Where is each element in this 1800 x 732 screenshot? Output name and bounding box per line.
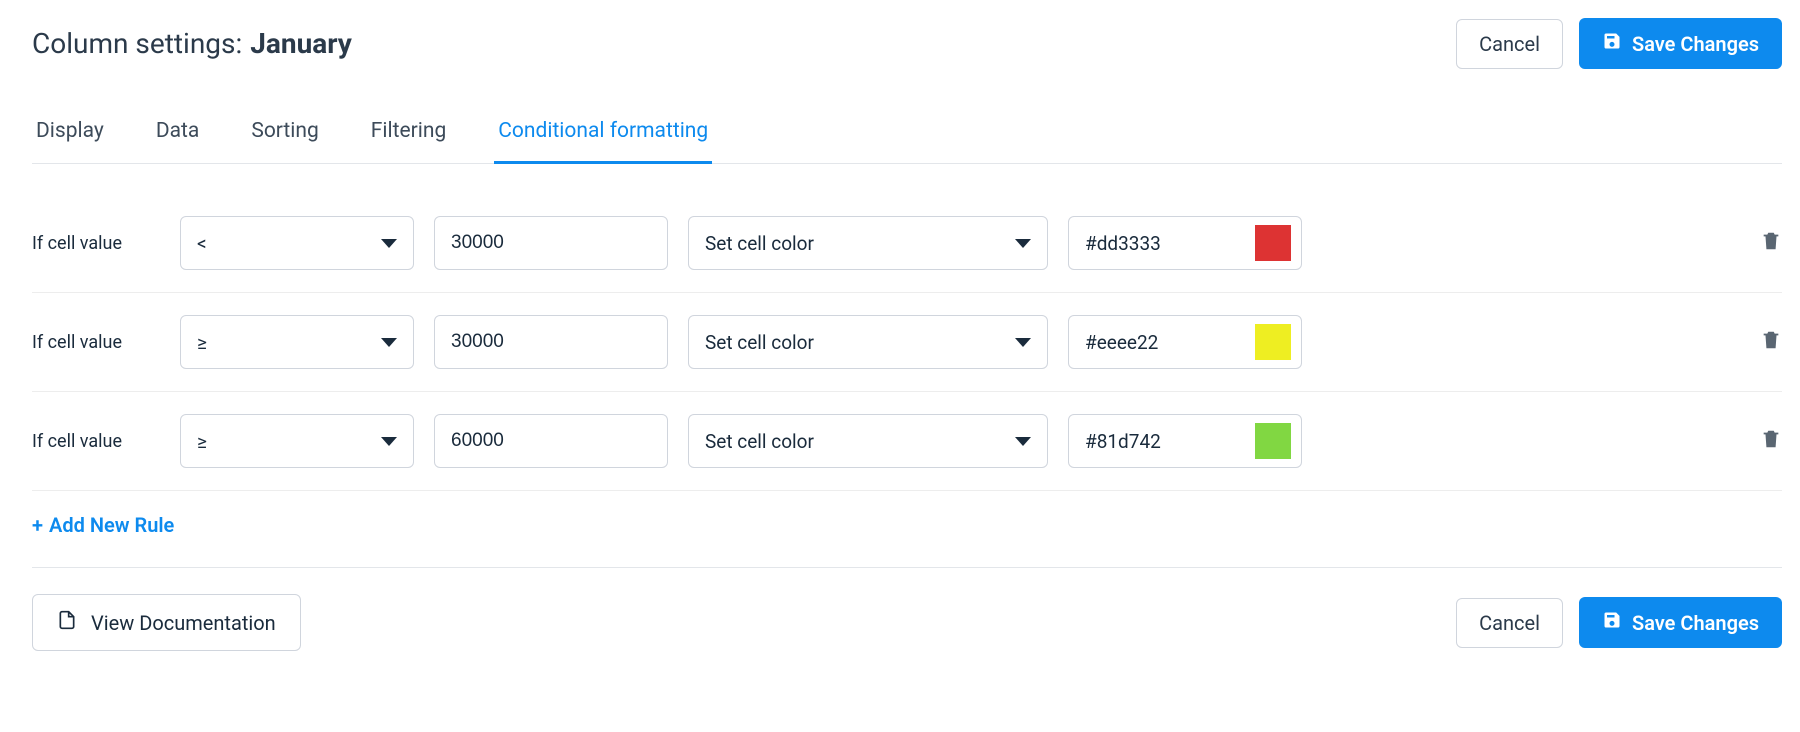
rules-list: If cell value < Set cell color #dd3333 I… — [32, 194, 1782, 491]
value-field[interactable] — [451, 331, 651, 353]
cancel-label: Cancel — [1479, 32, 1540, 56]
color-hex: #81d742 — [1085, 430, 1161, 453]
operator-select[interactable]: < — [180, 216, 414, 270]
trash-icon — [1760, 238, 1782, 257]
chevron-down-icon — [1015, 239, 1031, 248]
header: Column settings: January Cancel Save Cha… — [32, 18, 1782, 69]
save-disk-icon — [1602, 31, 1622, 56]
color-hex: #dd3333 — [1085, 232, 1161, 255]
value-input[interactable] — [434, 414, 668, 468]
save-label: Save Changes — [1632, 32, 1759, 56]
rule-row: If cell value ≥ Set cell color #81d742 — [32, 392, 1782, 491]
operator-value: ≥ — [197, 430, 207, 453]
color-hex: #eeee22 — [1085, 331, 1158, 354]
tab-filtering[interactable]: Filtering — [367, 109, 450, 164]
rule-label: If cell value — [32, 233, 160, 254]
footer: View Documentation Cancel Save Changes — [32, 567, 1782, 651]
page-title: Column settings: January — [32, 27, 352, 60]
value-field[interactable] — [451, 430, 651, 452]
document-icon — [57, 609, 77, 636]
color-swatch[interactable] — [1255, 324, 1291, 360]
trash-icon — [1760, 436, 1782, 455]
color-swatch[interactable] — [1255, 225, 1291, 261]
footer-actions: Cancel Save Changes — [1456, 597, 1782, 648]
rule-label: If cell value — [32, 431, 160, 452]
operator-select[interactable]: ≥ — [180, 315, 414, 369]
delete-rule-button[interactable] — [1760, 427, 1782, 455]
save-button[interactable]: Save Changes — [1579, 18, 1782, 69]
trash-icon — [1760, 337, 1782, 356]
color-input[interactable]: #81d742 — [1068, 414, 1302, 468]
tab-display[interactable]: Display — [32, 109, 108, 164]
action-value: Set cell color — [705, 232, 814, 255]
color-swatch[interactable] — [1255, 423, 1291, 459]
value-field[interactable] — [451, 232, 651, 254]
operator-value: < — [197, 232, 207, 255]
chevron-down-icon — [1015, 338, 1031, 347]
rule-label: If cell value — [32, 332, 160, 353]
save-label: Save Changes — [1632, 611, 1759, 635]
view-docs-label: View Documentation — [91, 611, 276, 635]
save-button[interactable]: Save Changes — [1579, 597, 1782, 648]
operator-select[interactable]: ≥ — [180, 414, 414, 468]
rule-row: If cell value < Set cell color #dd3333 — [32, 194, 1782, 293]
tabs: Display Data Sorting Filtering Condition… — [32, 109, 1782, 164]
cancel-button[interactable]: Cancel — [1456, 598, 1563, 648]
save-disk-icon — [1602, 610, 1622, 635]
operator-value: ≥ — [197, 331, 207, 354]
action-select[interactable]: Set cell color — [688, 315, 1048, 369]
action-select[interactable]: Set cell color — [688, 216, 1048, 270]
tab-conditional-formatting[interactable]: Conditional formatting — [494, 109, 712, 164]
title-prefix: Column settings: — [32, 27, 242, 60]
add-rule-label: Add New Rule — [49, 513, 174, 537]
tab-sorting[interactable]: Sorting — [247, 109, 322, 164]
value-input[interactable] — [434, 315, 668, 369]
action-value: Set cell color — [705, 430, 814, 453]
action-value: Set cell color — [705, 331, 814, 354]
header-actions: Cancel Save Changes — [1456, 18, 1782, 69]
add-rule-button[interactable]: + Add New Rule — [32, 491, 174, 567]
color-input[interactable]: #eeee22 — [1068, 315, 1302, 369]
color-input[interactable]: #dd3333 — [1068, 216, 1302, 270]
cancel-button[interactable]: Cancel — [1456, 19, 1563, 69]
chevron-down-icon — [381, 239, 397, 248]
action-select[interactable]: Set cell color — [688, 414, 1048, 468]
tab-data[interactable]: Data — [152, 109, 204, 164]
chevron-down-icon — [381, 338, 397, 347]
rule-row: If cell value ≥ Set cell color #eeee22 — [32, 293, 1782, 392]
value-input[interactable] — [434, 216, 668, 270]
column-name: January — [250, 27, 352, 60]
view-documentation-button[interactable]: View Documentation — [32, 594, 301, 651]
cancel-label: Cancel — [1479, 611, 1540, 635]
delete-rule-button[interactable] — [1760, 229, 1782, 257]
plus-icon: + — [32, 513, 43, 537]
delete-rule-button[interactable] — [1760, 328, 1782, 356]
chevron-down-icon — [1015, 437, 1031, 446]
chevron-down-icon — [381, 437, 397, 446]
